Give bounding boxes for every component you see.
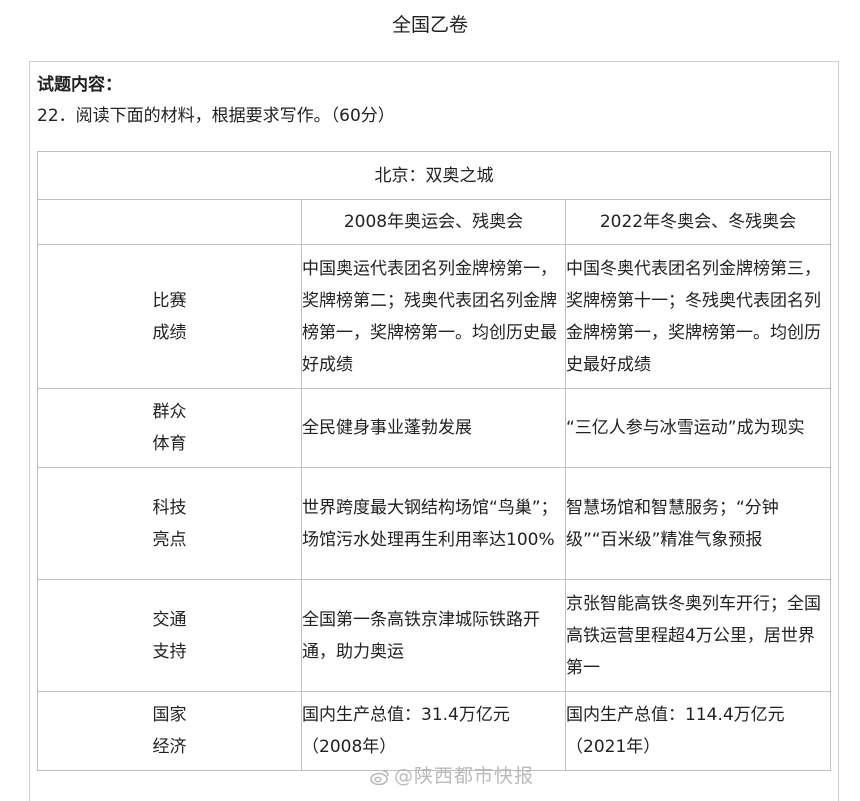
category-line: 成绩 xyxy=(152,322,187,343)
cell-2022: 京张智能高铁冬奥列车开行；全国高铁运营里程超4万公里，居世界第一 xyxy=(565,579,831,692)
category-cell: 国家 经济 xyxy=(37,691,302,771)
table-title: 北京：双奥之城 xyxy=(37,151,831,200)
category-cell: 群众 体育 xyxy=(37,388,302,468)
question-text: 22．阅读下面的材料，根据要求写作。（60分） xyxy=(37,106,395,126)
header-2008: 2008年奥运会、残奥会 xyxy=(301,199,566,245)
cell-2008: 全民健身事业蓬勃发展 xyxy=(301,388,566,468)
category-cell: 交通 支持 xyxy=(37,579,302,692)
cell-2022: 国内生产总值：114.4万亿元（2021年） xyxy=(565,691,831,771)
table-row: 群众 体育 全民健身事业蓬勃发展 “三亿人参与冰雪运动”成为现实 xyxy=(37,388,831,468)
category-line: 国家 xyxy=(152,705,187,725)
table-title-row: 北京：双奥之城 xyxy=(37,151,831,200)
cell-2022: “三亿人参与冰雪运动”成为现实 xyxy=(565,388,831,468)
cell-2008: 国内生产总值：31.4万亿元（2008年） xyxy=(301,691,566,771)
watermark: @陕西都市快报 xyxy=(370,762,534,790)
header-2022: 2022年冬奥会、冬残奥会 xyxy=(565,199,831,245)
header-empty-cell xyxy=(37,199,302,245)
category-line: 比赛 xyxy=(152,290,187,311)
cell-2008: 全国第一条高铁京津城际铁路开通，助力奥运 xyxy=(301,579,566,692)
cell-2022: 中国冬奥代表团名列金牌榜第三，奖牌榜第十一；冬残奥代表团名列金牌榜第一，奖牌榜第… xyxy=(565,244,831,389)
category-line: 科技 xyxy=(152,497,187,518)
table-row: 科技 亮点 世界跨度最大钢结构场馆“鸟巢”；场馆污水处理再生利用率达100% 智… xyxy=(37,467,831,580)
category-line: 体育 xyxy=(152,434,187,454)
table-row: 交通 支持 全国第一条高铁京津城际铁路开通，助力奥运 京张智能高铁冬奥列车开行；… xyxy=(37,579,831,692)
category-cell: 比赛 成绩 xyxy=(37,244,302,389)
watermark-text: @陕西都市快报 xyxy=(394,765,535,787)
table-header-row: 2008年奥运会、残奥会 2022年冬奥会、冬残奥会 xyxy=(37,199,831,245)
cell-2022: 智慧场馆和智慧服务；“分钟级”“百米级”精准气象预报 xyxy=(565,467,831,580)
category-line: 交通 xyxy=(152,609,187,630)
section-label: 试题内容： xyxy=(37,75,122,95)
cell-2008: 世界跨度最大钢结构场馆“鸟巢”；场馆污水处理再生利用率达100% xyxy=(301,467,566,580)
cell-2008: 中国奥运代表团名列金牌榜第一，奖牌榜第二；残奥代表团名列金牌榜第一，奖牌榜第一。… xyxy=(301,244,566,389)
category-line: 群众 xyxy=(152,402,187,422)
category-line: 支持 xyxy=(152,641,187,662)
info-table: 北京：双奥之城 2008年奥运会、残奥会 2022年冬奥会、冬残奥会 比赛 成绩… xyxy=(37,151,831,771)
table-row: 国家 经济 国内生产总值：31.4万亿元（2008年） 国内生产总值：114.4… xyxy=(37,691,831,771)
category-cell: 科技 亮点 xyxy=(37,467,302,580)
category-line: 亮点 xyxy=(152,529,187,550)
weibo-icon xyxy=(370,769,389,785)
page-title: 全国乙卷 xyxy=(391,14,468,36)
category-line: 经济 xyxy=(152,737,187,757)
table-row: 比赛 成绩 中国奥运代表团名列金牌榜第一，奖牌榜第二；残奥代表团名列金牌榜第一，… xyxy=(37,244,831,389)
